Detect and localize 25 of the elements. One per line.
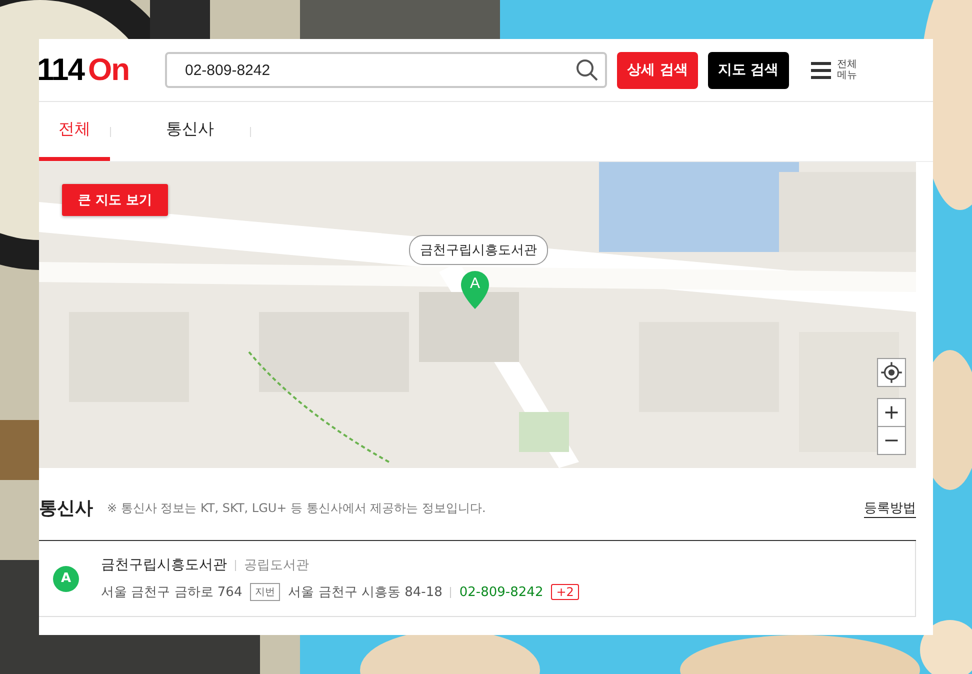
lot-address: 서울 금천구 시흥동 84-18 [288,584,442,601]
lot-tag: 지번 [250,583,280,601]
detail-search-button[interactable]: 상세 검색 [617,52,698,88]
place-name[interactable]: 금천구립시흥도서관 [101,556,227,574]
zoom-in-icon[interactable] [877,398,906,427]
search-field[interactable]: 02-809-8242 [165,52,607,88]
big-map-button[interactable]: 큰 지도 보기 [62,184,168,216]
section-title: 통신사 [39,497,93,520]
register-link[interactable]: 등록방법 [864,498,916,518]
place-label: 금천구립시흥도서관 [409,235,548,265]
logo[interactable]: 114On [39,52,165,88]
tab[interactable]: 통신사 [130,102,250,161]
marker-badge: A [53,566,79,592]
phone-number[interactable]: 02-809-8242 [459,584,544,600]
menu-label[interactable]: 전체 메뉴 [836,59,857,81]
result-row[interactable]: A 금천구립시흥도서관 공립도서관 서울 금천구 금하로 764 지번 서울 금천구 시흥동 84-18 02-809-8242 +2 [39,541,916,616]
map-search-button[interactable]: 지도 검색 [708,52,789,88]
more-numbers-button[interactable]: +2 [551,584,579,600]
search-icon[interactable] [575,58,599,82]
road-address: 서울 금천구 금하로 764 [101,584,242,601]
menu-icon[interactable] [810,61,831,79]
section-note: ※ 통신사 정보는 KT, SKT, LGU+ 등 통신사에서 제공하는 정보입니다. [107,500,487,516]
locate-icon[interactable] [877,358,906,387]
zoom-out-icon[interactable] [877,426,906,455]
place-category: 공립도서관 [244,557,309,574]
